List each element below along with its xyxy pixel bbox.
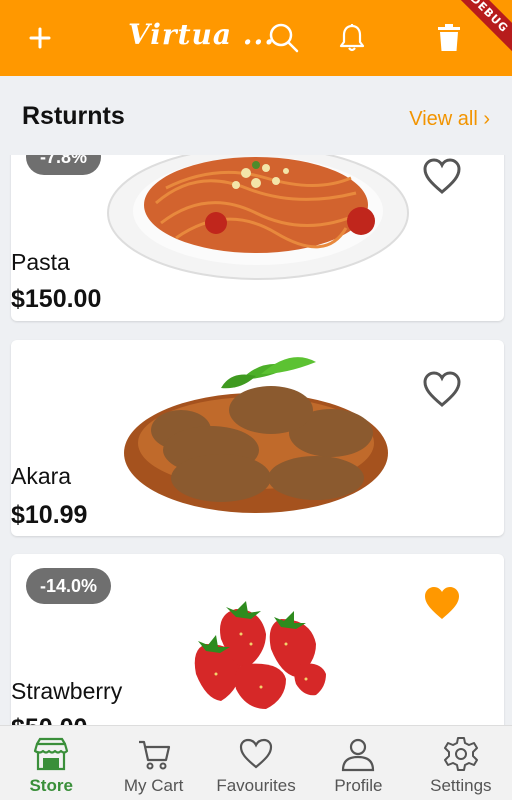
nav-label-favourites: Favourites [216, 776, 296, 795]
notifications-button[interactable] [332, 18, 372, 58]
trash-icon [438, 24, 460, 51]
product-list[interactable]: -7.8% Pasta $150.00 Akara $10.99 -14.0% … [0, 155, 512, 725]
nav-item-settings[interactable]: Settings [410, 726, 512, 800]
product-name: Strawberry [11, 678, 123, 704]
nav-label-settings: Settings [430, 776, 492, 795]
nav-item-profile[interactable]: Profile [307, 726, 409, 800]
search-button[interactable] [264, 18, 304, 58]
gear-icon [443, 737, 478, 771]
product-name: Pasta [11, 249, 70, 275]
section-header: Rsturnts View all › [0, 76, 512, 156]
favorite-outline-icon[interactable] [422, 157, 462, 197]
product-card[interactable]: -7.8% Pasta $150.00 [11, 155, 504, 321]
app-title: Virtua ... [128, 18, 276, 51]
discount-badge: -7.8% [26, 155, 102, 175]
nav-item-favourites[interactable]: Favourites [205, 726, 307, 800]
view-all-link[interactable]: View all › [409, 108, 490, 131]
pasta-image [107, 155, 409, 280]
discount-badge: -14.0% [26, 568, 112, 604]
nav-item-store[interactable]: Store [0, 726, 102, 800]
bell-icon [339, 24, 365, 52]
product-price: $10.99 [11, 501, 88, 529]
product-card[interactable]: Akara $10.99 [11, 340, 504, 536]
favorite-filled-icon[interactable] [422, 584, 462, 624]
product-price: $50.00 [11, 714, 87, 725]
nav-item-my-cart[interactable]: My Cart [102, 726, 204, 800]
add-button[interactable] [20, 18, 60, 58]
section-title: Rsturnts [22, 102, 125, 130]
app-bar: Virtua ... DEBUG [0, 0, 512, 76]
search-icon [269, 23, 299, 53]
nav-label-profile: Profile [334, 776, 383, 795]
delete-button[interactable] [429, 18, 469, 58]
bottom-navigation: Store My Cart Favourites Profile Setting… [0, 725, 512, 800]
nav-label-store: Store [29, 776, 73, 795]
favorite-outline-icon[interactable] [422, 370, 462, 410]
product-card[interactable]: -14.0% Strawberry $50.00 [11, 554, 504, 725]
heart-icon [239, 738, 273, 769]
person-icon [342, 738, 375, 772]
store-icon [34, 737, 69, 771]
nav-label-my-cart: My Cart [123, 776, 184, 795]
cart-icon [138, 740, 170, 770]
plus-icon [29, 27, 51, 49]
product-price: $150.00 [11, 285, 102, 313]
product-name: Akara [11, 463, 72, 489]
